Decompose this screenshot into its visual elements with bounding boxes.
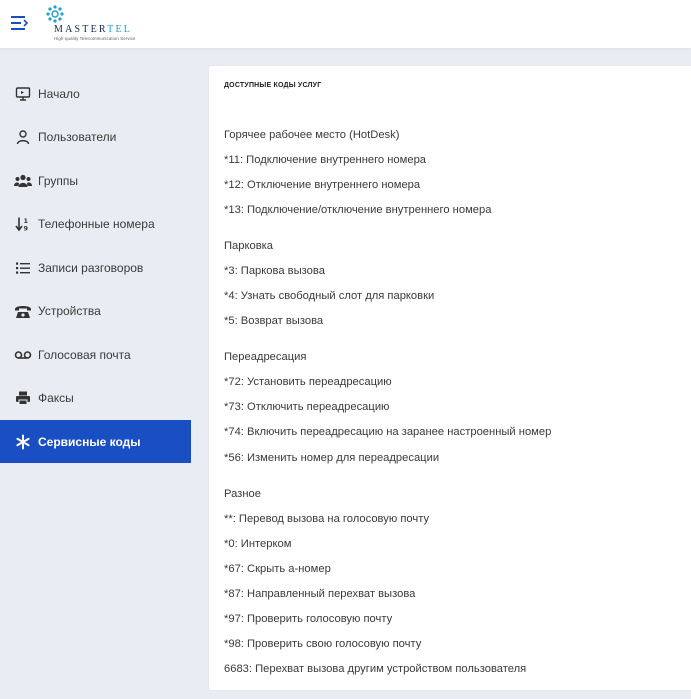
sort-numeric-icon: 19 [14,215,32,233]
menu-toggle-button[interactable] [10,12,30,34]
sidebar-item-service-codes[interactable]: Сервисные коды [0,420,191,463]
service-code-row: *13: Подключение/отключение внутреннего … [224,204,492,216]
service-code-row: *72: Установить переадресацию [224,376,392,388]
sidebar-item-users[interactable]: Пользователи [0,115,191,158]
sidebar-item-label: Записи разговоров [38,260,144,275]
list-icon [14,259,32,277]
asterisk-icon [14,433,32,451]
sidebar-item-home[interactable]: Начало [0,72,191,115]
menu-collapse-icon [11,16,29,30]
section-heading-hotdesk: Горячее рабочее место (HotDesk) [224,129,400,141]
svg-text:9: 9 [24,224,29,232]
monitor-icon [14,85,32,103]
service-code-row: *5: Возврат вызова [224,315,324,327]
voicemail-icon [14,346,32,364]
mastertel-logo[interactable]: MASTERTEL High-quality Telecommunication… [44,4,164,44]
sidebar-item-label: Начало [38,86,80,101]
sidebar-item-faxes[interactable]: Факсы [0,376,191,419]
section-heading-parking: Парковка [224,240,274,252]
service-code-row: *73: Отключить переадресацию [224,401,390,413]
sidebar-item-voicemail[interactable]: Голосовая почта [0,333,191,376]
service-code-row: *74: Включить переадресацию на заранее н… [224,426,552,438]
service-code-row: *97: Проверить голосовую почту [224,613,393,625]
sidebar-item-devices[interactable]: Устройства [0,289,191,332]
printer-icon [14,389,32,407]
service-code-row: *67: Скрыть а-номер [224,563,331,575]
service-code-row: *11: Подключение внутреннего номера [224,154,427,166]
logo-tagline: High-quality Telecommunication Service [54,36,136,41]
users-icon [14,172,32,190]
sidebar-item-label: Группы [38,173,78,188]
service-code-row: *98: Проверить свою голосовую почту [224,638,422,650]
user-icon [14,128,32,146]
logo-wordmark: MASTERTEL [54,24,133,35]
sidebar-item-label: Сервисные коды [38,434,141,449]
sidebar-item-label: Факсы [38,390,74,405]
sidebar-item-label: Голосовая почта [38,347,131,362]
page-title: доступные коды услуг [224,82,322,89]
sidebar-item-label: Устройства [38,303,101,318]
sidebar-item-label: Пользователи [38,129,117,144]
service-code-row: *4: Узнать свободный слот для парковки [224,290,435,302]
section-heading-forwarding: Переадресация [224,351,307,363]
service-code-row: *56: Изменить номер для переадресации [224,452,440,464]
top-bar: MASTERTEL High-quality Telecommunication… [0,0,691,48]
service-code-row: **: Перевод вызова на голосовую почту [224,513,430,525]
section-heading-misc: Разное [224,488,261,500]
service-code-row: *12: Отключение внутреннего номера [224,179,421,191]
service-code-row: 6683: Перехват вызова другим устройством… [224,663,527,675]
service-code-row: *3: Паркова вызова [224,265,325,277]
logo-mark-icon [46,5,64,23]
sidebar-item-phone-numbers[interactable]: 19 Телефонные номера [0,202,191,245]
sidebar-item-label: Телефонные номера [38,216,155,231]
sidebar: Начало Пользователи Группы 19 Телефонные… [0,48,191,699]
service-codes-card: доступные коды услуг Горячее рабочее мес… [209,66,691,690]
phone-icon [14,302,32,320]
service-code-row: *87: Направленный перехват вызова [224,588,416,600]
sidebar-item-groups[interactable]: Группы [0,159,191,202]
service-code-row: *0: Интерком [224,538,292,550]
sidebar-item-call-recordings[interactable]: Записи разговоров [0,246,191,289]
